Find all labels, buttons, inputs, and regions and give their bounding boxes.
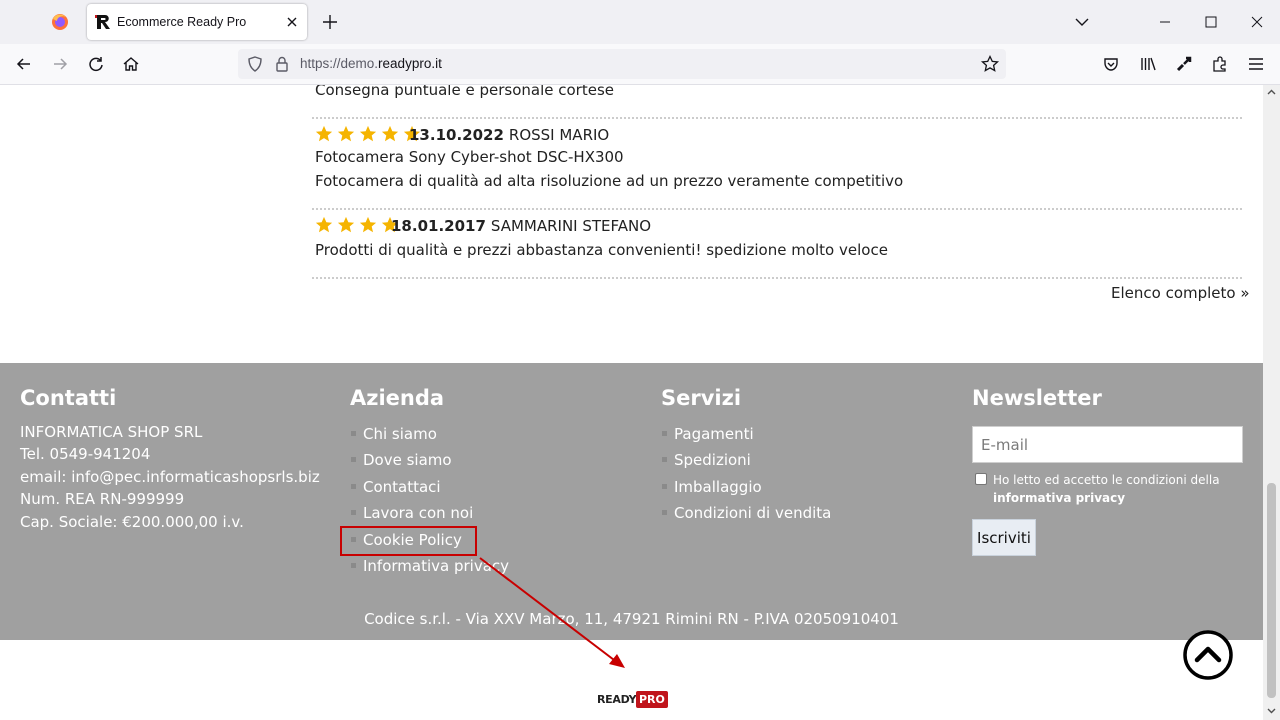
menu-hamburger-icon[interactable] bbox=[1246, 54, 1266, 74]
cookie-policy-highlight-box bbox=[340, 526, 477, 556]
review-comment: Fotocamera di qualità ad alta risoluzion… bbox=[315, 172, 904, 190]
new-tab-icon[interactable] bbox=[320, 12, 340, 32]
url-domain: readypro.it bbox=[378, 56, 442, 71]
list-bullet bbox=[662, 431, 667, 436]
star-icon bbox=[359, 216, 377, 233]
list-bullet bbox=[351, 431, 356, 436]
url-text[interactable]: https://demo.readypro.it bbox=[300, 56, 442, 71]
rea-number: Num. REA RN-999999 bbox=[20, 490, 185, 508]
home-icon[interactable] bbox=[121, 54, 141, 74]
star-icon bbox=[359, 125, 377, 142]
list-bullet bbox=[662, 484, 667, 489]
annotation-arrow-icon bbox=[479, 557, 625, 668]
page-content: Consegna puntuale e personale cortese 13… bbox=[0, 85, 1263, 720]
services-heading: Servizi bbox=[661, 386, 742, 410]
browser-tab[interactable]: Ecommerce Ready Pro bbox=[87, 4, 307, 40]
review-divider bbox=[312, 117, 1242, 119]
minimize-icon[interactable] bbox=[1155, 12, 1175, 32]
star-icon bbox=[315, 216, 333, 233]
back-icon[interactable] bbox=[14, 54, 34, 74]
company-heading: Azienda bbox=[350, 386, 445, 410]
navigation-toolbar: https://demo.readypro.it bbox=[0, 44, 1280, 85]
star-icon bbox=[337, 125, 355, 142]
list-bullet bbox=[662, 510, 667, 515]
privacy-consent-checkbox[interactable] bbox=[975, 473, 987, 485]
share-capital: Cap. Sociale: €200.000,00 i.v. bbox=[20, 513, 244, 531]
extension-tool-icon[interactable] bbox=[1174, 54, 1194, 74]
list-bullet bbox=[351, 457, 356, 462]
review-author: SAMMARINI STEFANO bbox=[490, 217, 652, 235]
list-all-tabs-icon[interactable] bbox=[1072, 12, 1092, 32]
reload-icon[interactable] bbox=[86, 54, 106, 74]
lock-icon[interactable] bbox=[272, 54, 292, 74]
maximize-icon[interactable] bbox=[1201, 12, 1221, 32]
company-name: INFORMATICA SHOP SRL bbox=[20, 423, 203, 441]
newsletter-email-input[interactable] bbox=[973, 427, 1242, 462]
newsletter-email-field[interactable] bbox=[972, 426, 1243, 463]
review-header: 13.10.2022 ROSSI MARIO bbox=[409, 126, 609, 144]
readypro-favicon-icon bbox=[95, 15, 110, 29]
link-spedizioni[interactable]: Spedizioni bbox=[674, 451, 751, 469]
review-divider bbox=[312, 208, 1242, 210]
full-reviews-link[interactable]: Elenco completo » bbox=[1111, 284, 1250, 302]
logo-ready-text: READY bbox=[597, 693, 637, 706]
scrollbar-thumb[interactable] bbox=[1267, 483, 1276, 698]
address-bar[interactable]: https://demo.readypro.it bbox=[238, 49, 1006, 79]
review-date: 13.10.2022 bbox=[409, 126, 504, 144]
url-prefix: https://demo. bbox=[300, 56, 379, 71]
star-icon bbox=[337, 216, 355, 233]
link-condizioni-di-vendita[interactable]: Condizioni di vendita bbox=[674, 504, 831, 522]
tab-title: Ecommerce Ready Pro bbox=[117, 15, 247, 29]
extensions-puzzle-icon[interactable] bbox=[1210, 54, 1230, 74]
link-imballaggio[interactable]: Imballaggio bbox=[674, 478, 762, 496]
close-tab-icon[interactable] bbox=[283, 13, 301, 31]
review-author: ROSSI MARIO bbox=[508, 126, 610, 144]
review-product[interactable]: Fotocamera Sony Cyber-shot DSC-HX300 bbox=[315, 148, 624, 166]
list-bullet bbox=[351, 510, 356, 515]
pocket-icon[interactable] bbox=[1101, 54, 1121, 74]
privacy-policy-link[interactable]: informativa privacy bbox=[993, 491, 1125, 505]
link-pagamenti[interactable]: Pagamenti bbox=[674, 425, 754, 443]
bookmark-star-icon[interactable] bbox=[980, 54, 1000, 74]
library-icon[interactable] bbox=[1138, 54, 1158, 74]
subscribe-button[interactable]: Iscriviti bbox=[972, 519, 1036, 556]
review-header: 18.01.2017 SAMMARINI STEFANO bbox=[391, 217, 651, 235]
star-icon bbox=[381, 125, 399, 142]
logo-pro-text: PRO bbox=[636, 691, 668, 708]
firefox-icon[interactable] bbox=[48, 10, 72, 34]
tab-bar: Ecommerce Ready Pro bbox=[0, 0, 1280, 44]
email-address: email: info@pec.informaticashopsrls.biz bbox=[20, 468, 320, 486]
review-comment: Consegna puntuale e personale cortese bbox=[315, 85, 614, 99]
review-date: 18.01.2017 bbox=[391, 217, 486, 235]
privacy-consent-label: Ho letto ed accetto le condizioni della … bbox=[993, 471, 1233, 507]
star-icon bbox=[315, 125, 333, 142]
tracking-protection-shield-icon[interactable] bbox=[245, 54, 265, 74]
phone-number: Tel. 0549-941204 bbox=[20, 445, 151, 463]
consent-text: Ho letto ed accetto le condizioni della bbox=[993, 473, 1220, 487]
close-window-icon[interactable] bbox=[1247, 12, 1267, 32]
scroll-up-arrow-icon[interactable] bbox=[1266, 87, 1277, 98]
forward-icon[interactable] bbox=[50, 54, 70, 74]
link-dove-siamo[interactable]: Dove siamo bbox=[363, 451, 452, 469]
link-lavora-con-noi[interactable]: Lavora con noi bbox=[363, 504, 473, 522]
contacts-heading: Contatti bbox=[20, 386, 117, 410]
list-bullet bbox=[662, 457, 667, 462]
list-bullet bbox=[351, 484, 356, 489]
link-contattaci[interactable]: Contattaci bbox=[363, 478, 441, 496]
review-rating-stars bbox=[315, 216, 403, 234]
link-chi-siamo[interactable]: Chi siamo bbox=[363, 425, 437, 443]
review-comment: Prodotti di qualità e prezzi abbastanza … bbox=[315, 241, 888, 259]
readypro-logo[interactable]: READY PRO bbox=[595, 689, 668, 711]
list-bullet bbox=[351, 563, 356, 568]
review-divider bbox=[312, 277, 1242, 279]
scroll-down-arrow-icon[interactable] bbox=[1266, 705, 1277, 716]
newsletter-heading: Newsletter bbox=[972, 386, 1102, 410]
vertical-scrollbar[interactable] bbox=[1263, 85, 1280, 720]
back-to-top-button[interactable] bbox=[1183, 630, 1233, 680]
